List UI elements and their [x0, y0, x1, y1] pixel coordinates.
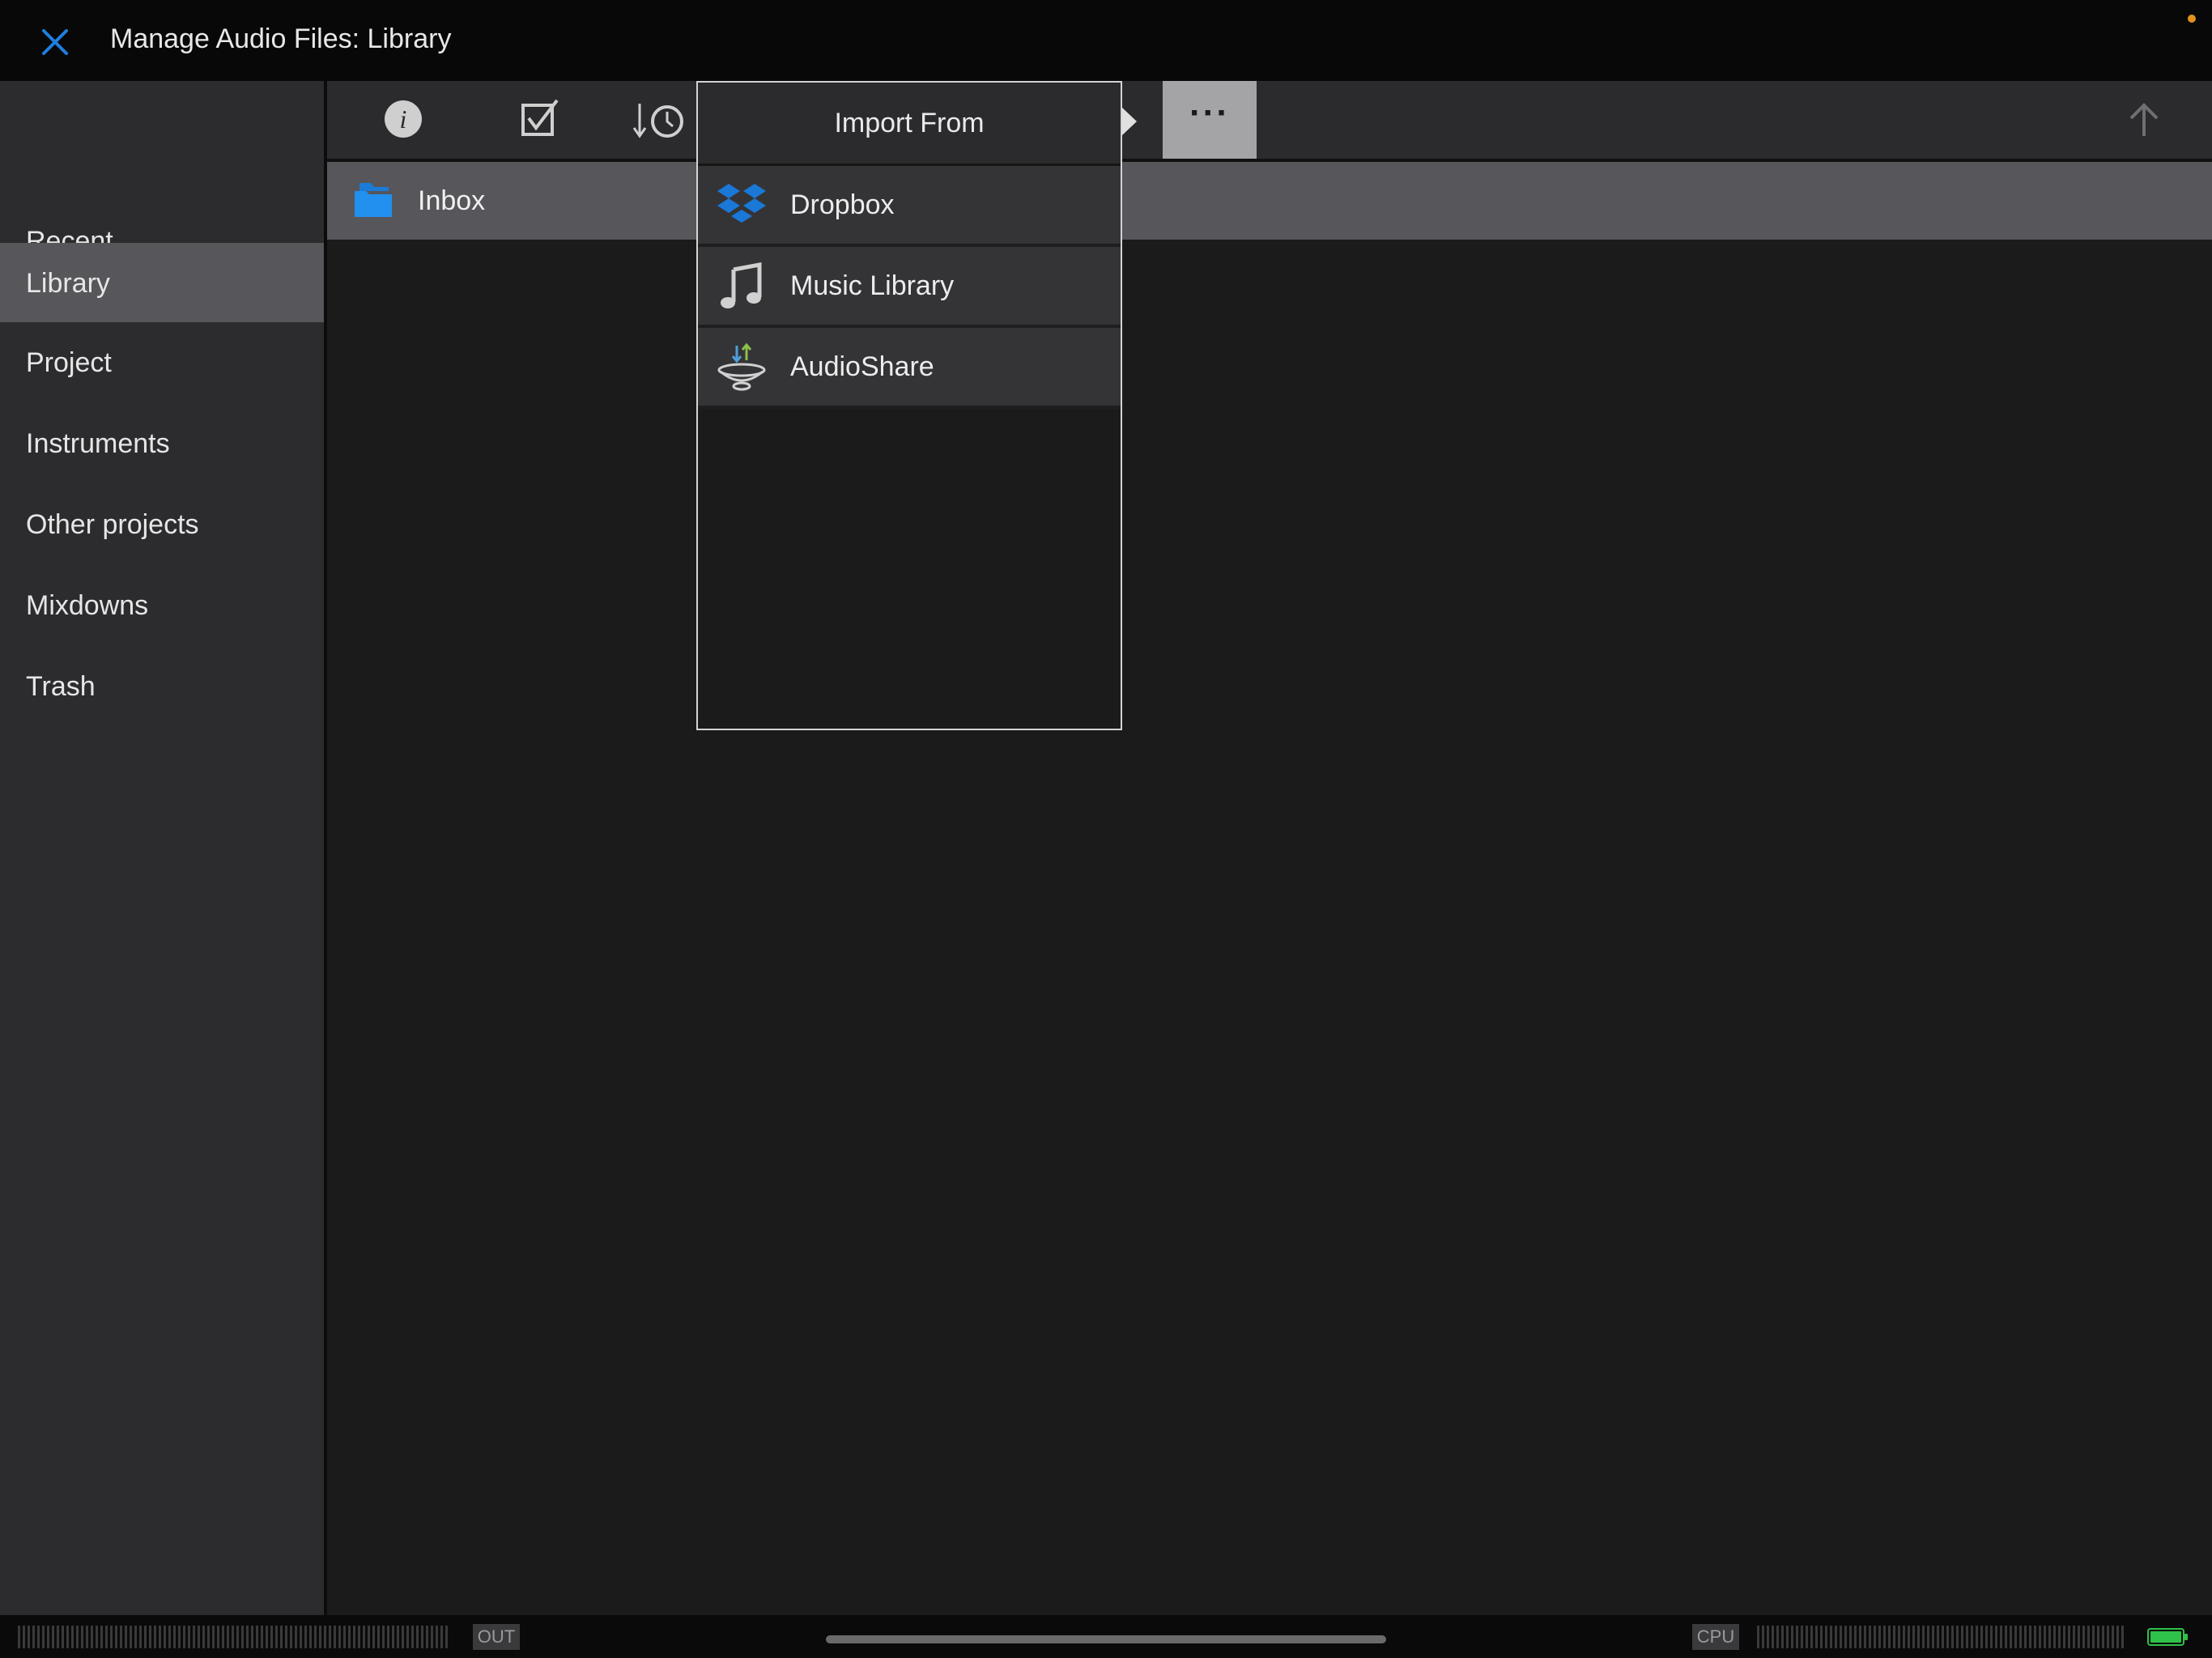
- music-note-icon: [716, 261, 768, 312]
- sidebar-item-label: Project: [26, 347, 112, 378]
- sidebar-divider: [324, 81, 327, 1615]
- cpu-label: CPU: [1692, 1624, 1739, 1650]
- list-item[interactable]: Inbox: [327, 162, 2212, 240]
- popover-title: Import From: [834, 108, 985, 138]
- up-arrow-icon[interactable]: [2112, 81, 2176, 159]
- out-label: OUT: [473, 1624, 520, 1650]
- toolbar: i: [327, 81, 2212, 159]
- popover-header: Import From: [698, 83, 1121, 166]
- more-button[interactable]: ···: [1163, 81, 1257, 159]
- app-window: Manage Audio Files: Library Recent Libra…: [0, 0, 2212, 1658]
- audioshare-icon: [716, 342, 768, 393]
- sort-by-date-icon[interactable]: [627, 81, 700, 159]
- import-music-library[interactable]: Music Library: [698, 247, 1121, 328]
- home-indicator[interactable]: [826, 1635, 1386, 1643]
- popover-arrow: [1122, 108, 1137, 135]
- title-bar: Manage Audio Files: Library: [0, 0, 2212, 81]
- import-item-label: Music Library: [790, 270, 955, 301]
- cpu-meter: [1757, 1626, 2126, 1648]
- sidebar-item-label: Library: [26, 268, 110, 299]
- import-popover: Import From Dropbox Music Library AudioS…: [696, 81, 1122, 730]
- folder-icon: [351, 180, 395, 220]
- sidebar-item-label: Trash: [26, 671, 96, 702]
- import-item-label: AudioShare: [790, 351, 934, 382]
- output-level-meter: [18, 1626, 450, 1648]
- sidebar-item-label: Other projects: [26, 509, 199, 540]
- sidebar-item-label: Mixdowns: [26, 590, 149, 621]
- sidebar-item-library[interactable]: Library: [0, 243, 324, 322]
- sidebar: Recent Library Project Instruments Other…: [0, 81, 324, 1615]
- close-icon[interactable]: [36, 23, 74, 62]
- import-audioshare[interactable]: AudioShare: [698, 328, 1121, 409]
- sidebar-item-other-projects[interactable]: Other projects: [0, 484, 324, 563]
- dropbox-icon: [716, 181, 768, 231]
- svg-text:i: i: [400, 104, 407, 134]
- info-icon[interactable]: i: [371, 81, 436, 159]
- select-checkbox-icon[interactable]: [507, 81, 572, 159]
- recording-indicator-dot: [2188, 15, 2196, 23]
- sidebar-item-mixdowns[interactable]: Mixdowns: [0, 565, 324, 644]
- battery-icon: [2147, 1627, 2189, 1647]
- sidebar-item-project[interactable]: Project: [0, 322, 324, 402]
- import-item-label: Dropbox: [790, 189, 895, 220]
- sidebar-item-instruments[interactable]: Instruments: [0, 403, 324, 483]
- sidebar-item-trash[interactable]: Trash: [0, 646, 324, 725]
- more-icon: ···: [1189, 93, 1230, 133]
- import-dropbox[interactable]: Dropbox: [698, 166, 1121, 247]
- sidebar-item-label: Instruments: [26, 428, 170, 459]
- page-title: Manage Audio Files: Library: [110, 23, 452, 54]
- file-name: Inbox: [418, 185, 486, 216]
